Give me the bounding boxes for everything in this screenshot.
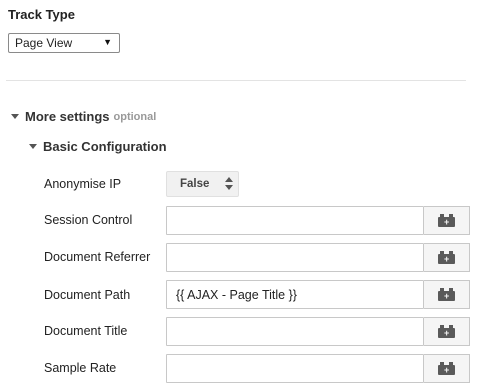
tag-config-panel: Track Type Page View ▼ More settings opt… [0,0,479,391]
triangle-down-icon [29,144,37,149]
section-divider [6,80,466,81]
sample-rate-variable-button[interactable]: + [424,354,470,383]
variable-brick-icon: + [438,287,455,301]
more-settings-toggle[interactable]: More settings optional [11,109,156,124]
more-settings-label: More settings [25,109,110,124]
document-title-input[interactable] [166,317,424,346]
document-path-input[interactable]: {{ AJAX - Page Title }} [166,280,424,309]
sample-rate-input[interactable] [166,354,424,383]
anonymise-ip-label: Anonymise IP [44,177,122,191]
track-type-select[interactable]: Page View ▼ [8,33,120,53]
anonymise-ip-select[interactable]: False [166,171,239,197]
document-referrer-variable-button[interactable]: + [424,243,470,272]
basic-configuration-toggle[interactable]: Basic Configuration [29,139,167,154]
variable-brick-icon: + [438,361,455,375]
document-title-label: Document Title [44,324,128,338]
variable-brick-icon: + [438,213,455,227]
optional-label: optional [113,110,157,123]
anonymise-ip-value: False [180,178,210,190]
triangle-down-icon [11,114,19,119]
session-control-label: Session Control [44,213,133,227]
track-type-title: Track Type [8,7,75,22]
document-referrer-label: Document Referrer [44,250,151,264]
document-title-variable-button[interactable]: + [424,317,470,346]
document-referrer-input[interactable] [166,243,424,272]
session-control-input[interactable] [166,206,424,235]
document-path-label: Document Path [44,288,131,302]
track-type-selected-value: Page View [15,36,73,50]
variable-brick-icon: + [438,250,455,264]
sample-rate-label: Sample Rate [44,361,117,375]
document-path-variable-button[interactable]: + [424,280,470,309]
session-control-variable-button[interactable]: + [424,206,470,235]
basic-configuration-label: Basic Configuration [43,139,167,154]
up-down-arrows-icon [225,177,233,190]
dropdown-arrow-icon: ▼ [103,37,112,47]
variable-brick-icon: + [438,324,455,338]
